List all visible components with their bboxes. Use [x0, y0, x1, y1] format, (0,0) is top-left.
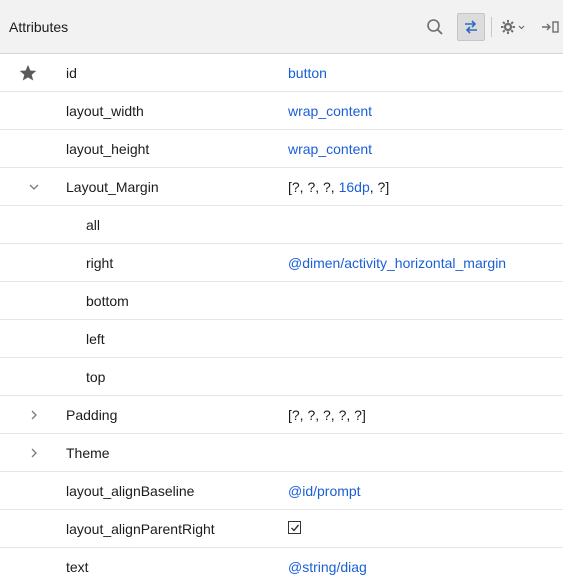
attribute-name: layout_height — [66, 141, 150, 157]
star-icon[interactable] — [19, 64, 37, 82]
gear-dropdown-icon — [501, 20, 525, 34]
attribute-name: text — [66, 559, 89, 575]
chevron-right-icon[interactable] — [29, 448, 39, 458]
checkmark-icon — [290, 524, 299, 532]
attribute-name: Layout_Margin — [66, 179, 159, 195]
attribute-value[interactable]: wrap_content — [288, 141, 372, 157]
pin-right-icon — [542, 21, 559, 33]
attributes-panel: Attributes id button layout_width wrap_c… — [0, 0, 563, 583]
swap-view-button[interactable] — [457, 13, 485, 41]
chevron-right-icon[interactable] — [29, 410, 39, 420]
attribute-name: layout_alignBaseline — [66, 483, 195, 499]
attribute-row-layout-height[interactable]: layout_height wrap_content — [0, 130, 563, 168]
chevron-down-icon[interactable] — [29, 182, 39, 192]
attribute-name: Padding — [66, 407, 118, 423]
attribute-name: layout_alignParentRight — [66, 521, 215, 537]
attribute-row-theme[interactable]: Theme — [0, 434, 563, 472]
attribute-row-layout-align-parent-right[interactable]: layout_alignParentRight — [0, 510, 563, 548]
value-prefix: [?, ?, ?, — [288, 179, 339, 195]
attribute-name: right — [86, 255, 114, 271]
attribute-value[interactable]: button — [288, 65, 327, 81]
toolbar-separator — [491, 17, 492, 37]
panel-header: Attributes — [0, 0, 563, 54]
swap-arrows-icon — [465, 20, 477, 34]
value-highlight: 16dp — [338, 179, 370, 195]
attribute-row-layout-margin[interactable]: Layout_Margin [?, ?, ?, 16dp, ?] — [0, 168, 563, 206]
attribute-value[interactable]: wrap_content — [288, 103, 372, 119]
panel-title: Attributes — [9, 19, 69, 35]
attribute-row-id[interactable]: id button — [0, 54, 563, 92]
attribute-value[interactable]: @string/diag — [288, 559, 367, 575]
attribute-name: layout_width — [66, 103, 144, 119]
settings-dropdown-button[interactable] — [497, 13, 531, 41]
align-parent-right-checkbox[interactable] — [288, 521, 301, 534]
attribute-name: id — [66, 65, 77, 81]
attribute-value[interactable]: @dimen/activity_horizontal_margin — [288, 255, 506, 271]
attribute-value[interactable]: [?, ?, ?, ?, ?] — [288, 407, 366, 423]
attribute-row-layout-align-baseline[interactable]: layout_alignBaseline @id/prompt — [0, 472, 563, 510]
attribute-row-layout-width[interactable]: layout_width wrap_content — [0, 92, 563, 130]
pin-right-button[interactable] — [537, 13, 563, 41]
attribute-name: Theme — [66, 445, 110, 461]
attribute-name: top — [86, 369, 106, 385]
attribute-name: all — [86, 217, 101, 233]
attribute-row-margin-left[interactable]: left — [0, 320, 563, 358]
attribute-value[interactable]: [?, ?, ?, 16dp, ?] — [288, 179, 389, 195]
attribute-row-text[interactable]: text @string/diag — [0, 548, 563, 583]
attribute-row-margin-right[interactable]: right @dimen/activity_horizontal_margin — [0, 244, 563, 282]
attribute-row-margin-all[interactable]: all — [0, 206, 563, 244]
attribute-row-margin-bottom[interactable]: bottom — [0, 282, 563, 320]
attribute-row-margin-top[interactable]: top — [0, 358, 563, 396]
attribute-name: bottom — [86, 293, 129, 309]
attribute-value[interactable]: @id/prompt — [288, 483, 361, 499]
attribute-name: left — [86, 331, 105, 347]
search-icon — [427, 19, 443, 35]
attributes-table: id button layout_width wrap_content layo… — [0, 54, 563, 583]
search-button[interactable] — [421, 13, 449, 41]
value-suffix: , ?] — [369, 179, 390, 195]
attribute-row-padding[interactable]: Padding [?, ?, ?, ?, ?] — [0, 396, 563, 434]
